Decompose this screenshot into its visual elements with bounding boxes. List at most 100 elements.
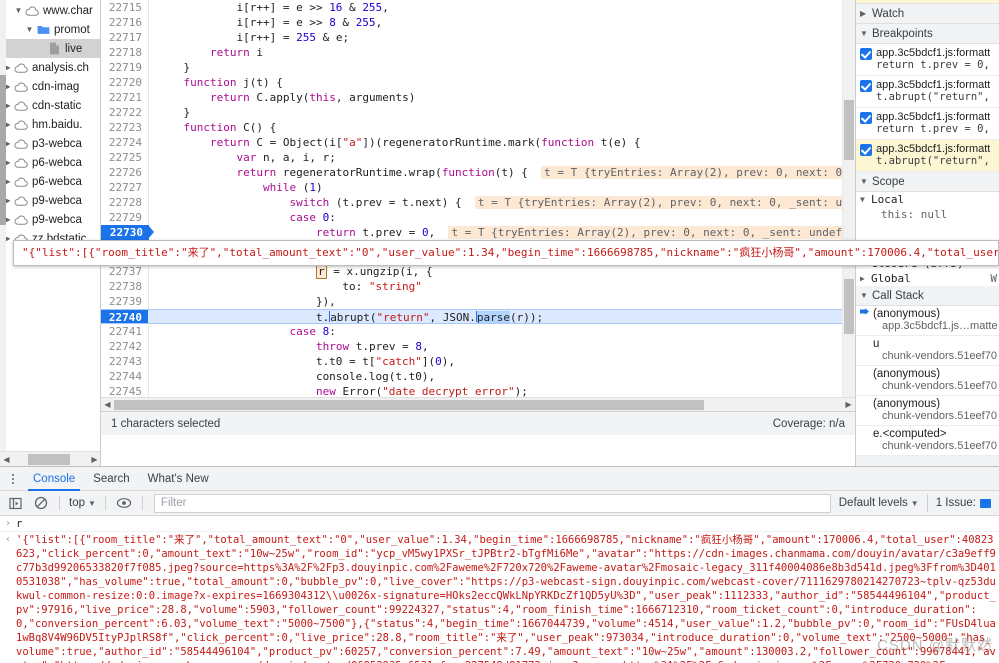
line-number[interactable]: 22720 [101, 75, 149, 90]
code-text[interactable]: i[r++] = e >> 8 & 255, [149, 15, 855, 30]
line-number[interactable]: 22744 [101, 369, 149, 384]
line-number[interactable]: 22717 [101, 30, 149, 45]
code-line-22725[interactable]: 22725 var n, a, i, r; [101, 150, 855, 165]
breakpoints-section-header[interactable]: ▼ Breakpoints [856, 24, 999, 44]
issues-button[interactable]: 1 Issue: [926, 494, 995, 512]
scope-row[interactable]: this: null [856, 207, 999, 222]
navigator-horizontal-scrollbar[interactable]: ◀ ▶ [0, 451, 100, 467]
code-line-22715[interactable]: 22715 i[r++] = e >> 16 & 255, [101, 0, 855, 15]
code-text[interactable]: } [149, 60, 855, 75]
watch-section-header[interactable]: ▶ Watch [856, 4, 999, 24]
call-stack-list[interactable]: (anonymous) app.3c5bdcf1.js…matted u chunk-… [856, 306, 999, 456]
code-text[interactable]: throw t.prev = 8, [149, 339, 855, 354]
line-number[interactable]: 22742 [101, 339, 149, 354]
line-number[interactable]: 22727 [101, 180, 149, 195]
editor-scroll-left-icon[interactable]: ◀ [101, 400, 114, 409]
navigator-hscroll-track[interactable] [13, 452, 88, 467]
line-number[interactable]: 22728 [101, 195, 149, 210]
code-text[interactable]: return regeneratorRuntime.wrap(function(… [149, 165, 855, 180]
breakpoint-item[interactable]: app.3c5bdcf1.js:formatt t.abrupt("return"… [856, 140, 999, 172]
code-line-22718[interactable]: 22718 return i [101, 45, 855, 60]
console-output[interactable]: › r ‹ '{"list":[{"room_title":"来了","total_a… [0, 516, 999, 663]
code-text[interactable]: t.t0 = t["catch"](0), [149, 354, 855, 369]
console-input-row[interactable]: › r [0, 516, 999, 532]
code-line-22742[interactable]: 22742 throw t.prev = 8, [101, 339, 855, 354]
breakpoint-checkbox[interactable] [860, 112, 872, 124]
scope-section-header[interactable]: ▼ Scope [856, 172, 999, 192]
drawer-tab-console[interactable]: Console [24, 467, 84, 491]
breakpoint-checkbox[interactable] [860, 48, 872, 60]
drawer-tab-search[interactable]: Search [84, 467, 138, 491]
editor-vertical-scrollbar-2[interactable] [842, 249, 855, 397]
editor-hscroll-thumb[interactable] [114, 399, 704, 410]
line-number[interactable]: 22719 [101, 60, 149, 75]
call-stack-frame[interactable]: (anonymous) app.3c5bdcf1.js…matted [856, 306, 999, 336]
more-options-icon[interactable] [2, 467, 24, 491]
code-line-22737[interactable]: 22737 r = x.ungzip(i, { [101, 264, 855, 279]
line-number[interactable]: 22739 [101, 294, 149, 309]
live-expression-icon[interactable] [113, 493, 135, 513]
clear-console-icon[interactable] [30, 493, 52, 513]
code-line-22744[interactable]: 22744 console.log(t.t0), [101, 369, 855, 384]
chevron-down-icon[interactable]: ▼ [13, 1, 24, 20]
breakpoint-checkbox[interactable] [860, 80, 872, 92]
chevron-right-icon[interactable]: ▶ [860, 271, 871, 286]
code-text[interactable]: return C = Object(i["a"])(regeneratorRun… [149, 135, 855, 150]
call-stack-frame[interactable]: e.<computed> chunk-vendors.51eef70c [856, 426, 999, 456]
tree-item-promot[interactable]: ▼ promot [0, 20, 100, 39]
code-text[interactable]: case 0: [149, 210, 855, 225]
breakpoint-checkbox[interactable] [860, 144, 872, 156]
line-number[interactable]: 22716 [101, 15, 149, 30]
callstack-section-header[interactable]: ▼ Call Stack [856, 286, 999, 306]
code-line-22723[interactable]: 22723 function C() { [101, 120, 855, 135]
code-line-22722[interactable]: 22722 } [101, 105, 855, 120]
code-text[interactable]: t.abrupt("return", JSON.parse(r)); [149, 310, 855, 323]
breakpoint-item[interactable]: app.3c5bdcf1.js:formatt t.abrupt("return"… [856, 76, 999, 108]
code-line-22720[interactable]: 22720 function j(t) { [101, 75, 855, 90]
editor-vscroll-thumb[interactable] [844, 100, 854, 160]
line-number[interactable]: 22737 [101, 264, 149, 279]
code-line-22738[interactable]: 22738 to: "string" [101, 279, 855, 294]
breakpoint-item[interactable]: app.3c5bdcf1.js:formatt return t.prev = 0… [856, 108, 999, 140]
code-text[interactable]: switch (t.prev = t.next) { t = T {tryEnt… [149, 195, 855, 210]
tree-item-p3-webca[interactable]: ▶ p3-webca [0, 134, 100, 153]
coverage-status[interactable]: Coverage: n/a [773, 418, 845, 430]
tree-item-p6-webca[interactable]: ▶ p6-webca [0, 172, 100, 191]
code-line-22726[interactable]: 22726 return regeneratorRuntime.wrap(fun… [101, 165, 855, 180]
line-number[interactable]: 22730 [101, 225, 154, 240]
file-tree[interactable]: ▼ www.char ▼ promot ▶live▶analysis.ch▶cdn-im… [0, 0, 100, 248]
code-line-22741[interactable]: 22741 case 8: [101, 324, 855, 339]
code-text[interactable]: }), [149, 294, 855, 309]
code-line-22745[interactable]: 22745 new Error("date decrypt error"); [101, 384, 855, 397]
console-context-selector[interactable]: top ▼ [67, 497, 98, 509]
breakpoint-item[interactable]: app.3c5bdcf1.js:formatt return t.prev = 0… [856, 44, 999, 76]
navigator-scroll-track[interactable] [0, 0, 6, 466]
editor-horizontal-scrollbar[interactable]: ◀ ▶ [101, 397, 855, 411]
tree-item-p6-webca[interactable]: ▶ p6-webca [0, 153, 100, 172]
code-text[interactable]: i[r++] = 255 & e; [149, 30, 855, 45]
tree-item-p9-webca[interactable]: ▶ p9-webca [0, 210, 100, 229]
code-line-22730[interactable]: 22730 return t.prev = 0, t = T {tryEntri… [101, 225, 855, 240]
code-line-22739[interactable]: 22739 }), [101, 294, 855, 309]
source-code-top[interactable]: 22715 i[r++] = e >> 16 & 255, 22716 i[r++… [101, 0, 855, 240]
editor-scroll-right-icon[interactable]: ▶ [842, 400, 855, 409]
code-text[interactable]: new Error("date decrypt error"); [149, 384, 855, 397]
line-number[interactable]: 22721 [101, 90, 149, 105]
code-line-22740[interactable]: 22740 t.abrupt("return", JSON.parse(r)); [101, 309, 855, 324]
line-number[interactable]: 22729 [101, 210, 149, 225]
code-text[interactable]: console.log(t.t0), [149, 369, 855, 384]
line-number[interactable]: 22723 [101, 120, 149, 135]
code-line-22743[interactable]: 22743 t.t0 = t["catch"](0), [101, 354, 855, 369]
call-stack-frame[interactable]: (anonymous) chunk-vendors.51eef70c [856, 366, 999, 396]
code-text[interactable]: return C.apply(this, arguments) [149, 90, 855, 105]
console-filter-input[interactable]: Filter [153, 493, 831, 513]
code-line-22721[interactable]: 22721 return C.apply(this, arguments) [101, 90, 855, 105]
code-text[interactable]: return i [149, 45, 855, 60]
scope-row[interactable]: ▶ Global W [856, 271, 999, 286]
page-navigator[interactable]: ▼www.char▼promot▶live▶analysis.ch▶cdn-im… [0, 0, 101, 466]
tree-item-live[interactable]: ▶live [0, 39, 100, 58]
chevron-down-icon[interactable]: ▼ [24, 20, 35, 39]
editor-vscroll-thumb-2[interactable] [844, 279, 854, 334]
scroll-right-arrow-icon[interactable]: ▶ [88, 455, 100, 464]
code-text[interactable]: var n, a, i, r; [149, 150, 855, 165]
